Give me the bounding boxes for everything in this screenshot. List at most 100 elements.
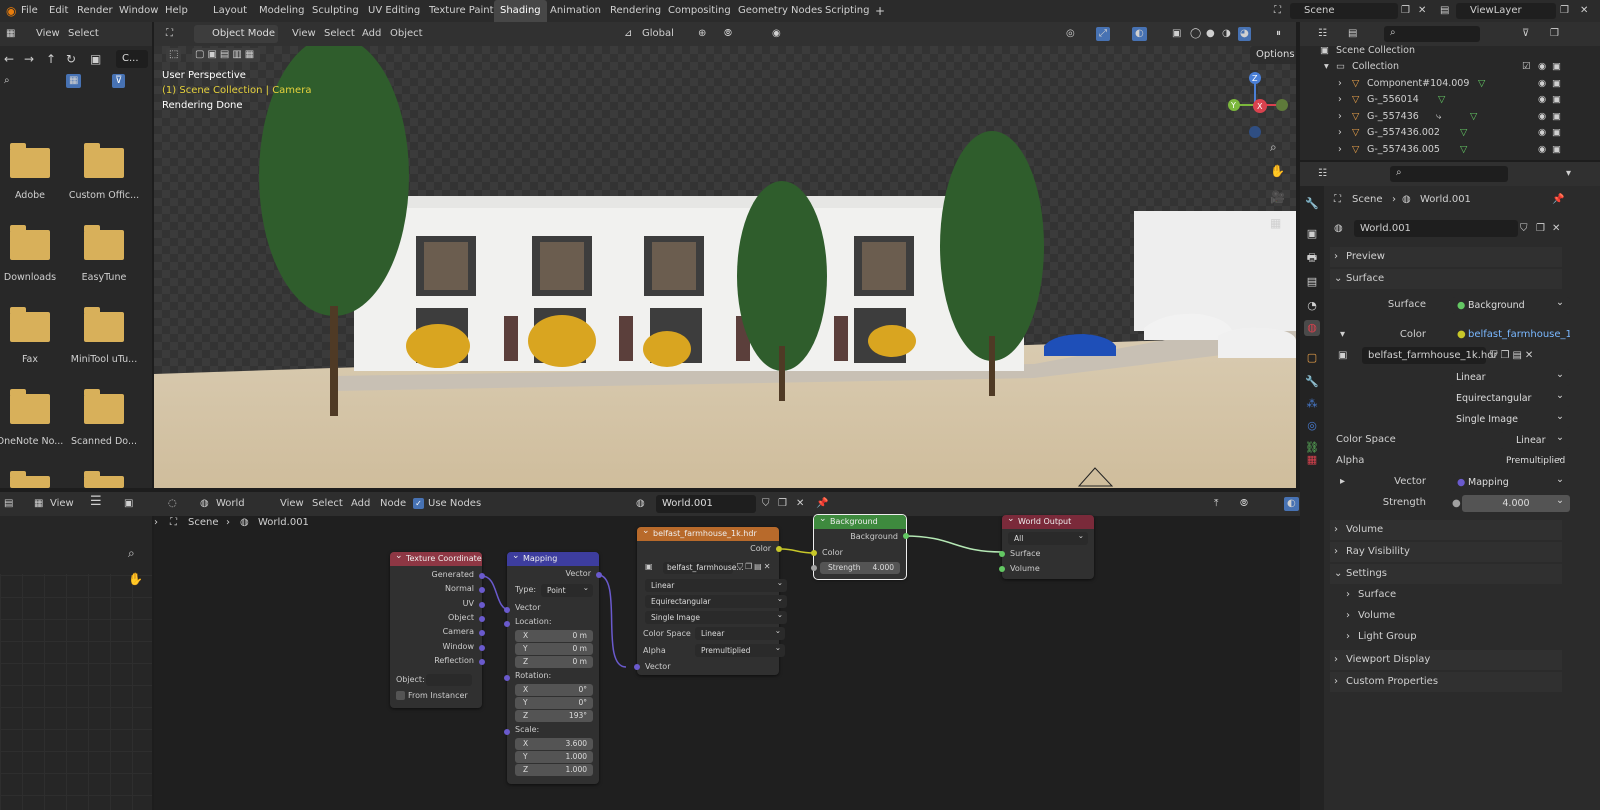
tab-geometry-nodes[interactable]: Geometry Nodes	[738, 0, 822, 22]
image-action-icons[interactable]: ⛉❐▤✕	[1490, 346, 1536, 366]
new-folder-icon[interactable]: ▣	[90, 52, 101, 66]
rotation-z[interactable]: Z193°	[515, 710, 593, 722]
folder-icon[interactable]	[84, 148, 124, 178]
outliner-item[interactable]: ›▽Component#104.009▽◉▣	[1320, 76, 1560, 92]
tab-sculpting[interactable]: Sculpting	[312, 0, 359, 22]
path-field[interactable]: C...	[116, 50, 148, 68]
world-datablock[interactable]: ◍World.001⛉❐✕	[1330, 219, 1562, 239]
folder-icon[interactable]	[10, 394, 50, 424]
pan-hand-icon[interactable]: ✋	[1270, 164, 1285, 178]
tab-shading[interactable]: Shading	[494, 0, 547, 22]
shading-wireframe-icon[interactable]: ◯	[1190, 27, 1201, 41]
view-layer-selector[interactable]: ViewLayer	[1456, 3, 1556, 19]
parent-node-tree-icon[interactable]: ⤒	[1214, 497, 1218, 511]
outliner-item[interactable]: ›▽G-_557436.002▽◉▣	[1320, 125, 1560, 141]
zoom-icon[interactable]: ⌕	[1270, 140, 1277, 154]
transform-orientation-selector[interactable]: Global	[642, 27, 674, 41]
socket-out-volume[interactable]	[999, 566, 1005, 572]
duplicate-icon[interactable]: ❐	[1536, 219, 1545, 239]
unlink-world-icon[interactable]: ✕	[796, 497, 804, 511]
socket-mapping-out[interactable]	[596, 572, 602, 578]
location-z[interactable]: Z0 m	[515, 656, 593, 668]
render-camera-icon[interactable]: ▣	[1552, 142, 1561, 158]
world-browse-icon[interactable]: ◍	[1334, 219, 1343, 239]
pan-hand-icon[interactable]: ✋	[128, 572, 143, 586]
thumbnail-view-icon[interactable]: ▦	[66, 74, 81, 88]
socket-normal[interactable]	[479, 587, 485, 593]
location-y[interactable]: Y0 m	[515, 643, 593, 655]
tab-compositing[interactable]: Compositing	[668, 0, 731, 22]
file-menu-view[interactable]: View	[36, 27, 60, 41]
subpanel-light-group[interactable]: ›Light Group	[1330, 627, 1562, 647]
menu-help[interactable]: Help	[165, 0, 188, 22]
pause-render-icon[interactable]: ⏸	[1276, 27, 1281, 41]
eye-icon[interactable]: ◉	[1538, 109, 1546, 125]
properties-search-field[interactable]: ⌕	[1390, 166, 1508, 182]
file-menu-select[interactable]: Select	[68, 27, 99, 41]
modifier-tab-icon[interactable]: 🔧	[1304, 374, 1320, 390]
output-tab-icon[interactable]: 🖶	[1304, 250, 1320, 266]
render-camera-icon[interactable]: ▣	[1552, 92, 1561, 108]
socket-bg-strength[interactable]	[811, 565, 817, 571]
socket-rotation[interactable]	[504, 675, 510, 681]
target-dropdown[interactable]: All	[1008, 532, 1088, 545]
node-mapping[interactable]: Mapping Vector Type: Point Vector Locati…	[507, 552, 599, 784]
extension-dropdown[interactable]: Single Image	[1450, 411, 1570, 428]
view-layer-tab-icon[interactable]: ▤	[1304, 274, 1320, 290]
node-texture-coordinate[interactable]: Texture Coordinate Generated Normal UV O…	[390, 552, 482, 708]
hamburger-icon[interactable]: ☰	[90, 495, 102, 509]
image-name-field[interactable]: belfast_farmhouse...	[663, 562, 733, 574]
viewport-menu-view[interactable]: View	[292, 27, 316, 41]
outliner-type-icon[interactable]: ☷	[1318, 27, 1327, 41]
fake-user-icon[interactable]: ⛉	[1520, 219, 1528, 239]
scene-icon[interactable]: ⛶	[1274, 0, 1281, 22]
outliner-item[interactable]: ›▽G-_557436⤷▽◉▣	[1320, 109, 1560, 125]
overlay-icon[interactable]: ◐	[1132, 27, 1147, 41]
image-browse-icon[interactable]: ▣	[1338, 346, 1347, 366]
menu-render[interactable]: Render	[77, 0, 113, 22]
expand-icon[interactable]: ▾	[1324, 59, 1329, 75]
world-tab-icon[interactable]: ◍	[1304, 320, 1320, 336]
image-editor-type-icon[interactable]: ▤	[4, 497, 13, 511]
location-x[interactable]: X0 m	[515, 630, 593, 642]
subpanel-volume[interactable]: ›Volume	[1330, 606, 1562, 626]
image-menu-view[interactable]: View	[50, 497, 74, 511]
pin-icon[interactable]: 📌	[816, 497, 828, 511]
from-instancer-checkbox[interactable]	[396, 691, 405, 700]
alpha-dropdown[interactable]: Premultiplied	[695, 644, 785, 657]
socket-camera[interactable]	[479, 630, 485, 636]
image-datablock[interactable]: ▣belfast_farmhouse_1k.hdr⛉❐▤✕	[1330, 346, 1562, 366]
image-browse-icon[interactable]: ▣	[124, 497, 133, 511]
folder-icon[interactable]	[10, 476, 50, 488]
image-browse-icon[interactable]: ▣	[645, 561, 653, 573]
world-type-icon[interactable]: ◍	[200, 497, 209, 511]
new-collection-icon[interactable]: ❐	[1550, 27, 1559, 41]
node-environment-texture[interactable]: belfast_farmhouse_1k.hdr Color ▣ belfast…	[637, 527, 779, 675]
view-layer-icon[interactable]: ▤	[1440, 0, 1449, 22]
scale-y[interactable]: Y1.000	[515, 751, 593, 763]
tab-scripting[interactable]: Scripting	[825, 0, 869, 22]
delete-layer-icon[interactable]: ✕	[1580, 0, 1588, 22]
render-camera-icon[interactable]: ▣	[1552, 59, 1561, 75]
duplicate-world-icon[interactable]: ❐	[778, 497, 787, 511]
projection-dropdown[interactable]: Equirectangular	[1450, 390, 1570, 407]
node-background[interactable]: Background Background Color Strength4.00…	[814, 515, 906, 579]
camera-view-icon[interactable]: 🎥	[1270, 190, 1285, 204]
panel-volume[interactable]: ›Volume	[1330, 520, 1562, 540]
copy-layer-icon[interactable]: ❐	[1560, 0, 1569, 22]
checkbox-icon[interactable]: ☑	[1522, 59, 1531, 75]
tool-tab-icon[interactable]: 🔧	[1304, 196, 1320, 212]
unlink-icon[interactable]: ✕	[1552, 219, 1560, 239]
tab-texture-paint[interactable]: Texture Paint	[429, 0, 494, 22]
panel-ray-visibility[interactable]: ›Ray Visibility	[1330, 542, 1562, 562]
shading-material-icon[interactable]: ◑	[1222, 27, 1231, 41]
eye-icon[interactable]: ◉	[1538, 125, 1546, 141]
snap-icon[interactable]: ⦾	[724, 27, 732, 41]
socket-bg-out[interactable]	[903, 533, 909, 539]
snap-node-icon[interactable]: ⦾	[1240, 497, 1248, 511]
pivot-icon[interactable]: ⊕	[698, 27, 706, 41]
object-field[interactable]	[426, 674, 472, 686]
render-camera-icon[interactable]: ▣	[1552, 76, 1561, 92]
visibility-icon[interactable]: ◎	[1066, 27, 1075, 41]
navigation-gizmo[interactable]: Z Y X	[1220, 70, 1290, 140]
